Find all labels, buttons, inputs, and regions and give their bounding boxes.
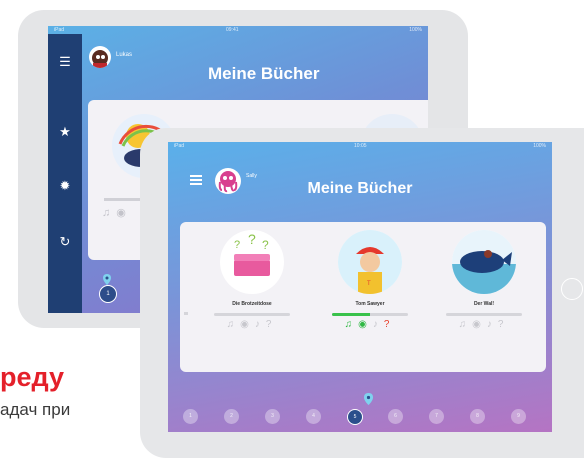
headphones-icon[interactable]: ♫ xyxy=(102,207,116,219)
eye-icon[interactable]: ◉ xyxy=(116,207,132,219)
book-tom-sawyer[interactable]: T Tom Sawyer ♫◉♪? xyxy=(325,230,415,330)
book-der-wal[interactable]: Der Wal! ♫◉♪? xyxy=(439,230,529,330)
back-sidebar: ☰ ★ ✹ ↻ xyxy=(48,34,82,313)
front-tablet-screen: iPad 10:05 100% Sally Meine Bücher ? ? ? xyxy=(168,142,552,432)
eye-icon[interactable]: ◉ xyxy=(472,319,487,330)
svg-text:?: ? xyxy=(234,239,240,251)
headphones-icon[interactable]: ♫ xyxy=(459,319,473,330)
page-dot-8[interactable]: 8 xyxy=(470,409,485,424)
home-button[interactable] xyxy=(561,278,583,300)
page-dot-1[interactable]: 1 xyxy=(183,409,198,424)
headphones-icon[interactable]: ♫ xyxy=(227,319,241,330)
book-activity-icons: ♫◉♪? xyxy=(439,319,529,330)
front-page-title: Meine Bücher xyxy=(307,180,413,197)
back-activity-icons: ♫◉ xyxy=(102,206,132,219)
microphone-icon[interactable]: ♪ xyxy=(373,319,384,330)
book-card: ? ? ? Die Brotzeitdose ♫◉♪? T Tom Sawyer… xyxy=(180,222,546,372)
book-title: Die Brotzeitdose xyxy=(232,301,272,307)
book-activity-icons: ♫◉♪? xyxy=(325,319,415,330)
book-progress-bar xyxy=(214,313,290,316)
gear-icon[interactable]: ✹ xyxy=(48,178,82,194)
question-icon[interactable]: ? xyxy=(498,319,510,330)
back-status-bar: iPad 09:41 100% xyxy=(48,26,428,34)
book-progress-bar xyxy=(332,313,408,316)
avatar-image xyxy=(92,50,108,68)
back-avatar[interactable] xyxy=(89,46,111,68)
microphone-icon[interactable]: ♪ xyxy=(255,319,266,330)
page-dot-4[interactable]: 4 xyxy=(306,409,321,424)
book-progress-bar xyxy=(446,313,522,316)
svg-text:T: T xyxy=(367,281,371,287)
ru-body-line: адач при xyxy=(0,400,71,419)
question-icon[interactable]: ? xyxy=(266,319,278,330)
front-status-carrier: iPad xyxy=(174,143,185,149)
page-dot-9[interactable]: 9 xyxy=(511,409,526,424)
svg-text:?: ? xyxy=(248,231,256,247)
book-die-brotzeitdose[interactable]: ? ? ? Die Brotzeitdose ♫◉♪? xyxy=(207,230,297,330)
back-page-title: Meine Bücher xyxy=(208,64,320,83)
book-cover: T xyxy=(338,230,402,294)
svg-text:?: ? xyxy=(262,238,269,252)
back-username: Lukas xyxy=(116,52,133,58)
page-dot-7[interactable]: 7 xyxy=(429,409,444,424)
tom-sawyer-illustration: T xyxy=(338,230,402,294)
lunchbox-illustration: ? ? ? xyxy=(234,231,270,276)
book-title: Tom Sawyer xyxy=(355,301,385,307)
microphone-icon[interactable]: ♪ xyxy=(487,319,498,330)
back-status-battery: 100% xyxy=(409,27,422,33)
page-dot-5[interactable]: 5 xyxy=(347,409,363,425)
refresh-icon[interactable]: ↻ xyxy=(48,234,82,250)
question-icon[interactable]: ? xyxy=(384,319,396,330)
front-username: Sally xyxy=(246,173,257,179)
eye-icon[interactable]: ◉ xyxy=(240,319,255,330)
front-status-time: 10:05 xyxy=(354,143,367,149)
back-page-dot[interactable]: 1 xyxy=(99,285,117,303)
front-status-battery: 100% xyxy=(533,143,546,149)
back-status-time: 09:41 xyxy=(226,27,239,33)
page-dot-2[interactable]: 2 xyxy=(224,409,239,424)
book-cover: ? ? ? xyxy=(220,230,284,294)
location-pin-icon xyxy=(364,392,373,410)
eye-icon[interactable]: ◉ xyxy=(358,319,373,330)
partial-book-bar xyxy=(184,312,188,315)
page-dot-3[interactable]: 3 xyxy=(265,409,280,424)
book-cover xyxy=(452,230,516,294)
headphones-icon[interactable]: ♫ xyxy=(345,319,359,330)
page-dot-6[interactable]: 6 xyxy=(388,409,403,424)
book-title: Der Wal! xyxy=(473,301,495,307)
whale-illustration xyxy=(452,230,516,294)
front-status-bar: iPad 10:05 100% xyxy=(168,142,552,150)
star-icon[interactable]: ★ xyxy=(48,124,82,140)
ru-heading: реду xyxy=(0,362,64,392)
book-activity-icons: ♫◉♪? xyxy=(207,319,297,330)
menu-icon[interactable]: ☰ xyxy=(48,54,82,70)
back-status-carrier: iPad xyxy=(54,27,65,33)
